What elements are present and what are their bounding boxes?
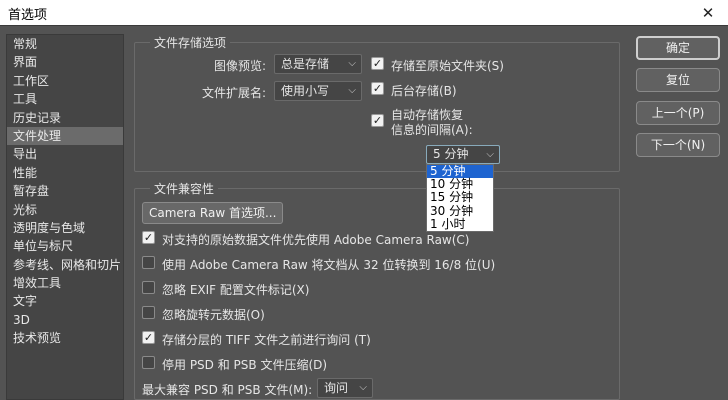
prefer-camera-raw-checkbox[interactable]: ✓ [142, 231, 155, 244]
sidebar-item-3d[interactable]: 3D [7, 311, 123, 329]
background-save-label: 后台存储(B) [391, 84, 457, 98]
sidebar-item-history[interactable]: 历史记录 [7, 109, 123, 127]
interval-option-15min[interactable]: 15 分钟 [427, 191, 493, 204]
save-original-folder-label: 存储至原始文件夹(S) [391, 59, 504, 73]
sidebar-item-type[interactable]: 文字 [7, 292, 123, 310]
sidebar-item-units-rulers[interactable]: 单位与标尺 [7, 237, 123, 255]
autosave-interval-select[interactable]: 5 分钟 ⌵ [426, 145, 500, 164]
disable-psd-compression-checkbox[interactable] [142, 356, 155, 369]
next-button[interactable]: 下一个(N) [636, 133, 720, 157]
ignore-rotation-checkbox[interactable] [142, 306, 155, 319]
reset-button[interactable]: 复位 [636, 68, 720, 92]
ask-tiff-layers-label: 存储分层的 TIFF 文件之前进行询问 (T) [162, 333, 371, 347]
extension-label: 文件扩展名: [202, 86, 267, 100]
ignore-exif-checkbox[interactable] [142, 281, 155, 294]
chevron-down-icon: ⌵ [359, 382, 367, 393]
extension-select[interactable]: 使用小写 ⌵ [274, 81, 362, 101]
autosave-interval-dropdown: 5 分钟 10 分钟 15 分钟 30 分钟 1 小时 [426, 164, 494, 232]
prefer-camera-raw-label: 对支持的原始数据文件优先使用 Adobe Camera Raw(C) [162, 233, 470, 247]
convert-32bit-checkbox[interactable] [142, 256, 155, 269]
window-title: 首选项 [8, 8, 48, 23]
sidebar-item-performance[interactable]: 性能 [7, 164, 123, 182]
max-compat-value: 询问 [324, 381, 349, 395]
ask-tiff-layers-checkbox[interactable]: ✓ [142, 331, 155, 344]
sidebar-item-scratch-disks[interactable]: 暂存盘 [7, 182, 123, 200]
background-save-checkbox[interactable]: ✓ [371, 82, 384, 95]
sidebar-item-plugins[interactable]: 增效工具 [7, 274, 123, 292]
extension-value: 使用小写 [281, 84, 330, 98]
image-preview-label: 图像预览: [214, 59, 267, 73]
sidebar-item-workspace[interactable]: 工作区 [7, 72, 123, 90]
chevron-down-icon: ⌵ [348, 58, 356, 69]
close-icon[interactable]: ✕ [688, 0, 728, 26]
previous-button[interactable]: 上一个(P) [636, 101, 720, 125]
ok-button[interactable]: 确定 [636, 36, 720, 60]
sidebar-item-file-handling[interactable]: 文件处理 [7, 126, 123, 146]
ignore-exif-label: 忽略 EXIF 配置文件标记(X) [162, 283, 310, 297]
autosave-checkbox[interactable]: ✓ [371, 114, 384, 127]
convert-32bit-label: 使用 Adobe Camera Raw 将文档从 32 位转换到 16/8 位(… [162, 258, 496, 272]
sidebar-item-guides-grid[interactable]: 参考线、网格和切片 [7, 256, 123, 274]
sidebar-item-export[interactable]: 导出 [7, 145, 123, 163]
chevron-down-icon: ⌵ [486, 149, 494, 160]
interval-option-1hour[interactable]: 1 小时 [427, 217, 493, 231]
sidebar-item-tech-preview[interactable]: 技术预览 [7, 329, 123, 347]
sidebar-item-interface[interactable]: 界面 [7, 53, 123, 71]
camera-raw-preferences-button[interactable]: Camera Raw 首选项... [142, 202, 284, 224]
preferences-sidebar: 常规 界面 工作区 工具 历史记录 文件处理 导出 性能 暂存盘 光标 透明度与… [6, 34, 124, 400]
max-compat-label: 最大兼容 PSD 和 PSB 文件(M): [142, 383, 313, 397]
chevron-down-icon: ⌵ [348, 85, 356, 96]
sidebar-item-general[interactable]: 常规 [7, 35, 123, 53]
file-compat-legend: 文件兼容性 [150, 180, 219, 197]
ignore-rotation-label: 忽略旋转元数据(O) [162, 308, 265, 322]
image-preview-value: 总是存储 [281, 57, 330, 71]
sidebar-item-transparency[interactable]: 透明度与色域 [7, 219, 123, 237]
sidebar-item-tools[interactable]: 工具 [7, 90, 123, 108]
file-saving-legend: 文件存储选项 [150, 34, 231, 51]
autosave-label-line2: 信息的间隔(A): [391, 123, 473, 137]
max-compat-select[interactable]: 询问 ⌵ [317, 378, 373, 398]
interval-option-30min[interactable]: 30 分钟 [427, 204, 493, 218]
autosave-interval-value: 5 分钟 [433, 147, 469, 161]
save-original-folder-checkbox[interactable]: ✓ [371, 57, 384, 70]
disable-psd-compression-label: 停用 PSD 和 PSB 文件压缩(D) [162, 358, 328, 372]
preferences-content: 文件存储选项 图像预览: 总是存储 ⌵ 文件扩展名: 使用小写 ⌵ ✓ 存储至原… [124, 26, 630, 400]
image-preview-select[interactable]: 总是存储 ⌵ [274, 54, 362, 74]
sidebar-item-cursors[interactable]: 光标 [7, 201, 123, 219]
title-bar: 首选项 ✕ [0, 0, 728, 26]
